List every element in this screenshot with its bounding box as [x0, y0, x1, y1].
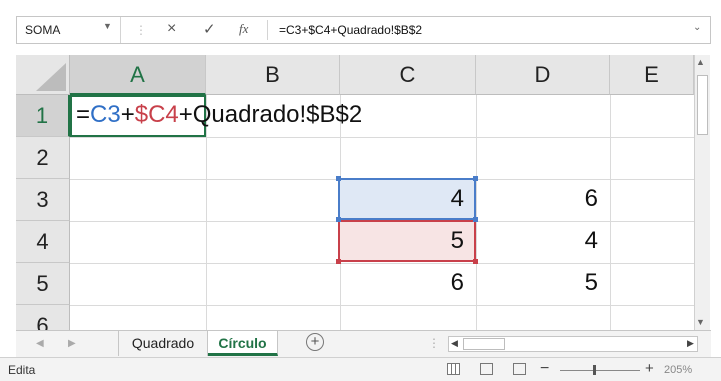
add-sheet-icon[interactable]: + — [306, 333, 324, 351]
row-header-5[interactable]: 5 — [16, 263, 70, 305]
zoom-slider-knob[interactable] — [593, 365, 596, 375]
sheet-tab-quadrado[interactable]: Quadrado — [118, 331, 208, 356]
row-header-4[interactable]: 4 — [16, 221, 70, 263]
page-layout-view-icon[interactable] — [480, 363, 493, 375]
scroll-up-icon[interactable]: ▲ — [696, 57, 705, 67]
column-header-c[interactable]: C — [340, 55, 476, 95]
formula-bar-divider — [267, 20, 268, 40]
gridline — [610, 95, 611, 330]
worksheet-grid: A B C D E 1 2 3 4 5 6 =C3+$C4+Quadrado!$… — [16, 55, 694, 330]
status-mode: Edita — [8, 363, 36, 377]
formula-bar: SOMA ▼ ⋮ × ✓ fx =C3+$C4+Quadrado!$B$2 ⌄ — [16, 16, 711, 44]
cell-a1-formula[interactable]: =C3+$C4+Quadrado!$B$2 — [72, 95, 362, 137]
row-header-3[interactable]: 3 — [16, 179, 70, 221]
cell-c4[interactable]: 5 — [340, 221, 476, 263]
enter-icon[interactable]: ✓ — [203, 20, 216, 38]
column-header-d[interactable]: D — [476, 55, 610, 95]
previous-sheet-icon[interactable]: ◀ — [36, 338, 44, 349]
cell-d5[interactable]: 5 — [476, 263, 610, 305]
sheet-tab-circulo[interactable]: Círculo — [208, 331, 278, 356]
cell-c3[interactable]: 4 — [340, 179, 476, 221]
row-header-1[interactable]: 1 — [16, 95, 70, 137]
scroll-down-icon[interactable]: ▼ — [696, 317, 705, 327]
cancel-icon[interactable]: × — [167, 20, 176, 38]
scroll-right-icon[interactable]: ▶ — [687, 338, 694, 349]
formula-ref-c4: $C4 — [134, 101, 179, 128]
vertical-scrollbar[interactable]: ▲ ▼ — [694, 55, 710, 330]
column-header-a[interactable]: A — [70, 55, 206, 95]
formula-bar-grip-icon: ⋮ — [135, 23, 148, 37]
column-header-e[interactable]: E — [610, 55, 694, 95]
next-sheet-icon[interactable]: ▶ — [68, 338, 76, 349]
normal-view-icon[interactable] — [447, 363, 460, 375]
page-break-view-icon[interactable] — [513, 363, 526, 375]
gridline — [70, 137, 694, 138]
tab-split-grip-icon[interactable]: ⋮ — [428, 336, 440, 350]
scroll-thumb[interactable] — [697, 75, 708, 135]
status-bar: Edita − + 205% — [0, 357, 721, 381]
gridline — [70, 305, 694, 306]
zoom-slider[interactable] — [560, 370, 640, 371]
row-header-2[interactable]: 2 — [16, 137, 70, 179]
zoom-out-icon[interactable]: − — [540, 360, 549, 378]
insert-function-icon[interactable]: fx — [239, 21, 248, 37]
cell-c5[interactable]: 6 — [340, 263, 476, 305]
zoom-in-icon[interactable]: + — [645, 360, 654, 377]
zoom-level[interactable]: 205% — [664, 364, 692, 376]
expand-formula-bar-icon[interactable]: ⌄ — [693, 22, 701, 33]
cell-d4[interactable]: 4 — [476, 221, 610, 263]
column-header-b[interactable]: B — [206, 55, 340, 95]
select-all-corner[interactable] — [16, 55, 70, 95]
horizontal-scroll-thumb[interactable] — [463, 338, 505, 350]
name-box-dropdown-icon[interactable]: ▼ — [103, 21, 112, 31]
select-all-triangle-icon — [36, 63, 66, 91]
row-header-6[interactable]: 6 — [16, 305, 70, 330]
formula-ref-c3: C3 — [90, 101, 121, 128]
formula-equals: = — [76, 101, 91, 128]
sheet-tabs-bar: ◀ ▶ Quadrado Círculo + ⋮ ◀ ▶ — [16, 330, 711, 357]
scroll-left-icon[interactable]: ◀ — [451, 338, 458, 349]
formula-input[interactable]: =C3+$C4+Quadrado!$B$2 — [273, 17, 683, 43]
cell-d3[interactable]: 6 — [476, 179, 610, 221]
horizontal-scrollbar[interactable]: ◀ ▶ — [448, 336, 698, 352]
formula-rest: +Quadrado!$B$2 — [178, 101, 363, 128]
formula-plus: + — [120, 101, 135, 128]
